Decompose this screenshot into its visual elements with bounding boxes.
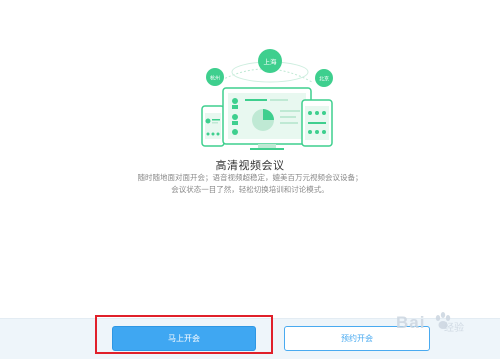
watermark-brand: Bai [396, 313, 426, 332]
city-right-label: 北京 [319, 76, 329, 83]
tablet-device [301, 99, 333, 147]
feature-title: 高清视频会议 [215, 159, 285, 172]
meeting-home-page: 上海 杭州 北京 高清视频会议 随时随地面对面开会；语音视频超稳定，媲美百万元视… [0, 0, 500, 359]
feature-description: 随时随地面对面开会；语音视频超稳定，媲美百万元视频会议设备； 会议状态一目了然，… [0, 172, 500, 196]
city-pin-left: 杭州 [206, 68, 224, 86]
watermark-sub: 经验 [444, 323, 464, 334]
baidu-paw-watermark-icon [435, 312, 451, 329]
video-meeting-illustration: 上海 杭州 北京 [201, 49, 333, 150]
monitor-device [222, 87, 312, 150]
city-pin-right: 北京 [315, 69, 333, 87]
city-top-label: 上海 [264, 57, 278, 66]
phone-device [201, 105, 225, 147]
feature-desc-line1: 随时随地面对面开会；语音视频超稳定，媲美百万元视频会议设备； [137, 173, 363, 182]
city-left-label: 杭州 [210, 75, 220, 82]
feature-desc-line2: 会议状态一目了然，轻松切换培训和讨论模式。 [171, 185, 329, 194]
annotation-highlight-box [95, 315, 273, 354]
city-pin-top: 上海 [258, 49, 282, 73]
